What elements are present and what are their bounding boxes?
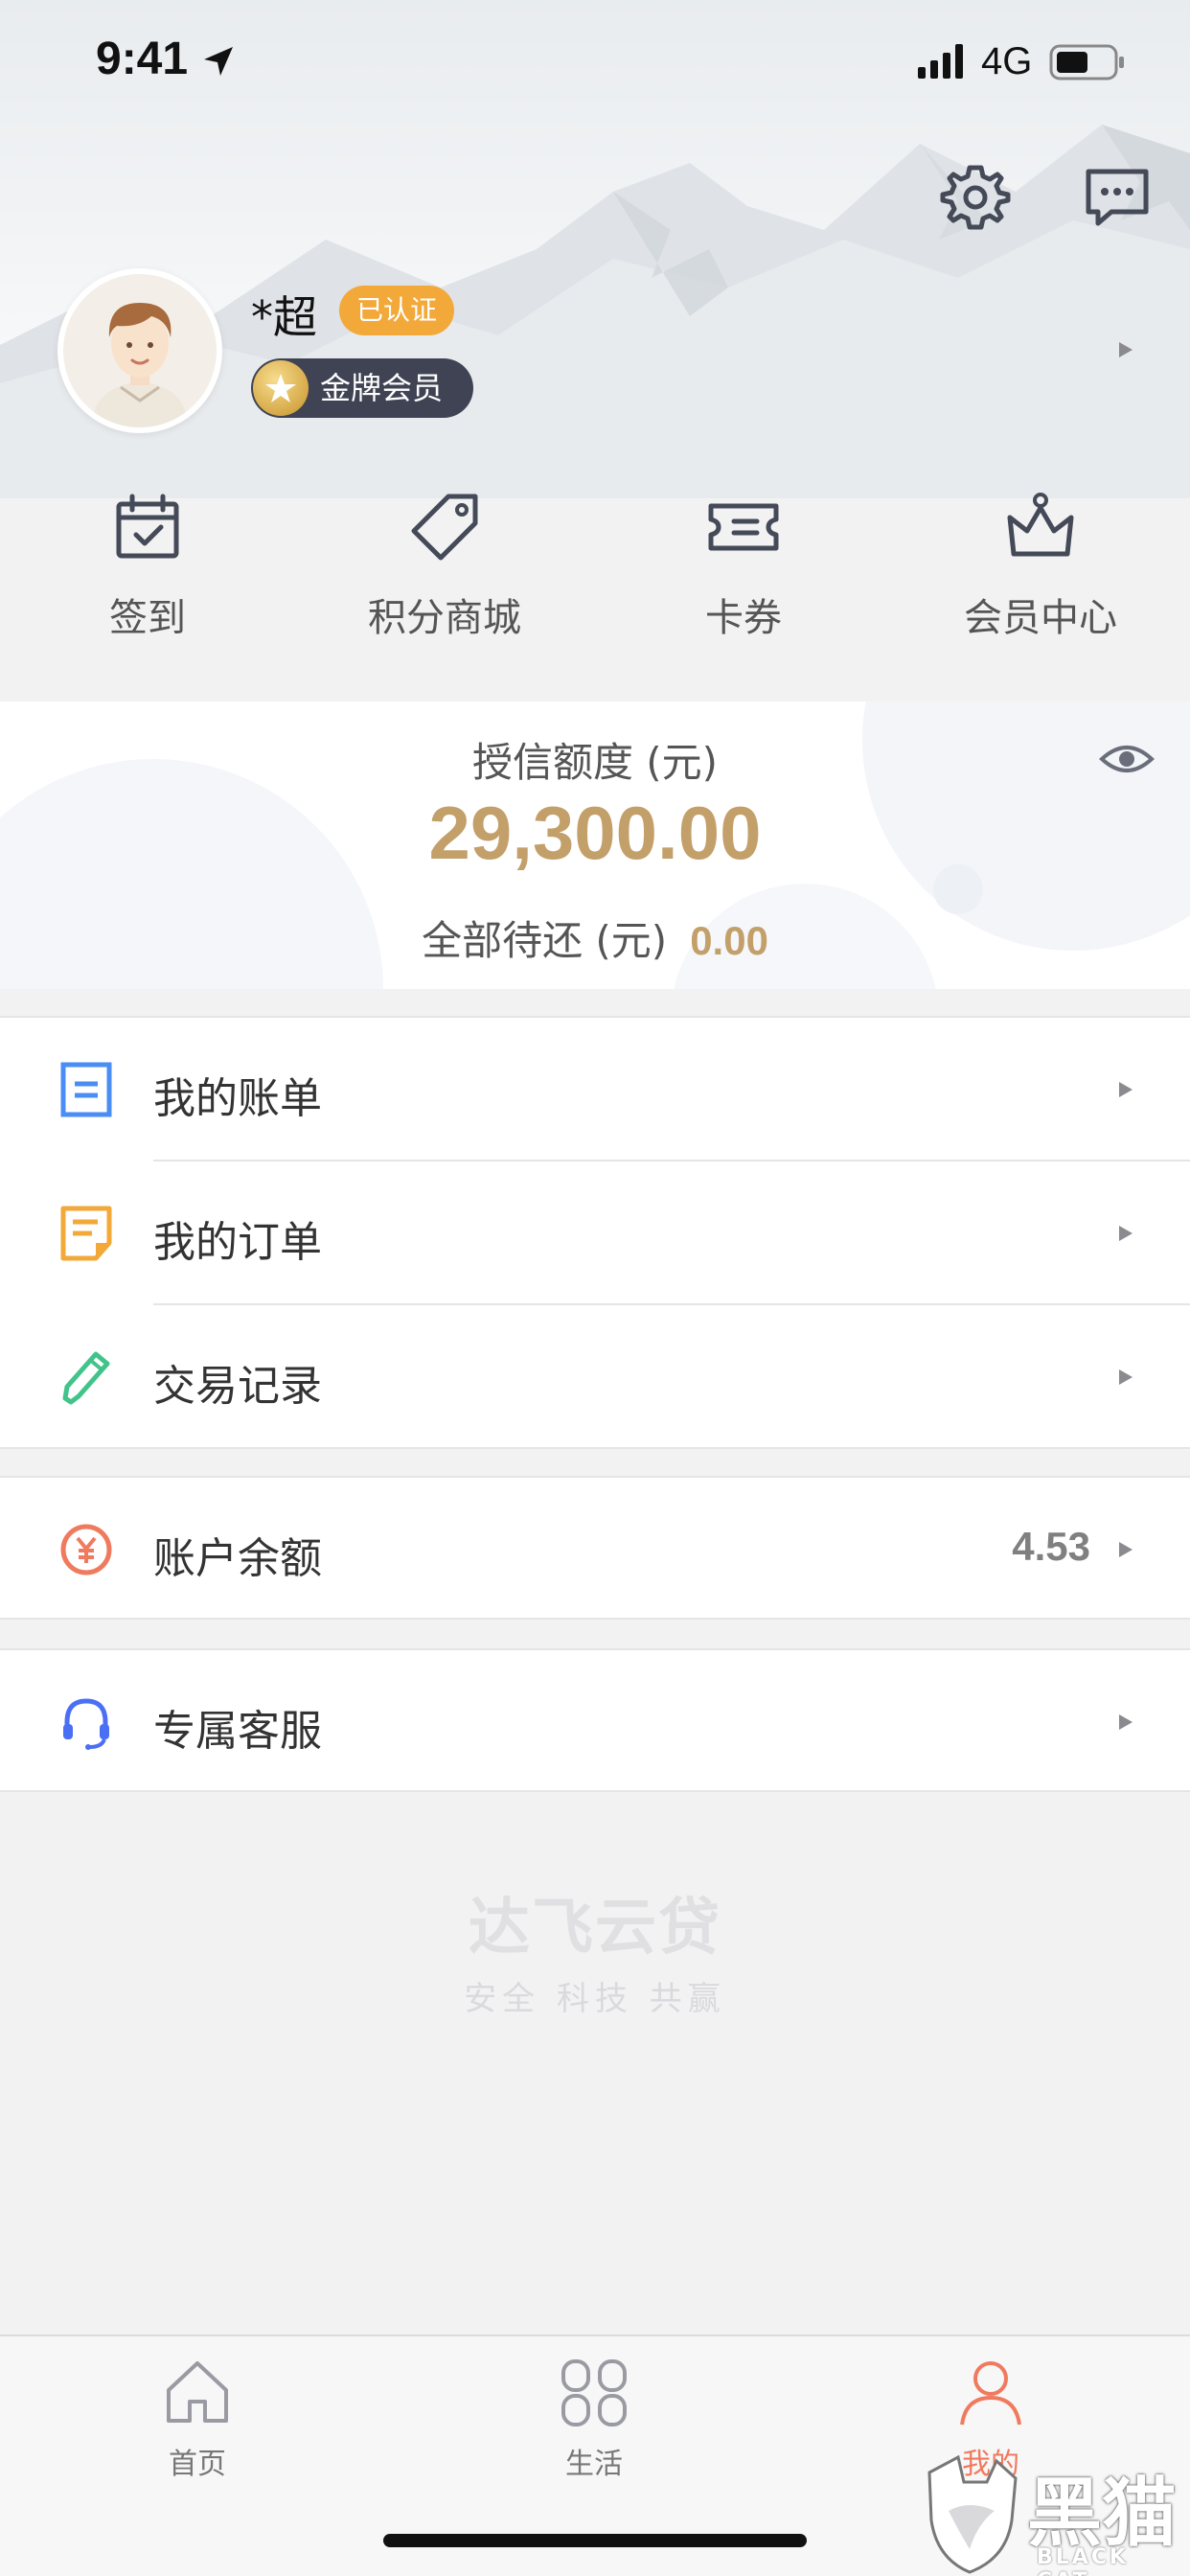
- member-center-label: 会员中心: [964, 596, 1117, 640]
- verified-badge: 已认证: [339, 286, 455, 335]
- battery-icon: [1049, 44, 1124, 80]
- pending-repayment-label: 全部待还 (元): [422, 917, 668, 964]
- member-level-badge[interactable]: 金牌会员: [251, 358, 473, 418]
- profile-header: 9:41 4G *超 已认证 金牌会员: [0, 0, 1190, 498]
- credit-limit-label: 授信额度 (元): [471, 739, 719, 786]
- calendar-check-icon: [116, 494, 179, 559]
- signal-icon: [918, 44, 963, 79]
- chevron-right-icon: [1119, 1542, 1133, 1557]
- messages-button[interactable]: [1079, 158, 1156, 235]
- star-icon: [253, 360, 309, 416]
- chevron-right-icon: [1119, 1369, 1133, 1385]
- brand-name: 达飞云贷: [469, 1893, 721, 1964]
- gear-icon: [940, 165, 1011, 230]
- my-orders-row[interactable]: 我的订单: [0, 1162, 1190, 1305]
- tab-life[interactable]: 生活: [498, 2354, 690, 2482]
- username: *超: [251, 291, 317, 343]
- account-balance-value: 4.53: [1012, 1524, 1090, 1569]
- tag-icon: [411, 494, 478, 561]
- points-mall-label: 积分商城: [368, 596, 521, 640]
- bill-icon: [57, 1061, 115, 1118]
- chevron-right-icon: [1119, 1714, 1133, 1730]
- grid-icon: [561, 2359, 627, 2426]
- my-bills-label: 我的账单: [153, 1074, 322, 1123]
- settings-button[interactable]: [937, 158, 1014, 235]
- user-icon: [960, 2361, 1021, 2426]
- coupons-label: 卡券: [705, 596, 782, 640]
- menu-group-balance: 账户余额 4.53: [0, 1476, 1190, 1620]
- credit-summary-card: 授信额度 (元) 29,300.00 全部待还 (元) 0.00: [0, 702, 1190, 989]
- brand-slogan: 安全 科技 共赢: [464, 1980, 726, 2018]
- transactions-row[interactable]: 交易记录: [0, 1305, 1190, 1449]
- home-icon: [167, 2361, 228, 2423]
- coupons-action[interactable]: 卡券: [629, 470, 858, 661]
- corner-watermark: 黑猫 BLACK CAT: [920, 2453, 1190, 2576]
- chevron-right-icon: [1119, 1226, 1133, 1241]
- watermark-en: BLACK CAT: [1037, 2545, 1130, 2576]
- account-balance-label: 账户余额: [153, 1534, 322, 1583]
- home-indicator[interactable]: [383, 2534, 807, 2547]
- tab-home[interactable]: 首页: [102, 2354, 293, 2482]
- credit-limit-amount: 29,300.00: [428, 791, 762, 875]
- tab-life-label: 生活: [565, 2448, 623, 2481]
- network-type: 4G: [981, 40, 1033, 82]
- checkin-label: 签到: [109, 596, 186, 640]
- pencil-icon: [57, 1348, 115, 1406]
- status-time: 9:41: [96, 34, 189, 84]
- member-center-action[interactable]: 会员中心: [926, 470, 1156, 661]
- member-level-label: 金牌会员: [320, 370, 444, 406]
- pending-repayment-amount: 0.00: [690, 918, 768, 963]
- pending-repayment-row: 全部待还 (元) 0.00: [0, 908, 1190, 967]
- crown-icon: [1007, 493, 1074, 557]
- message-icon: [1086, 169, 1149, 226]
- avatar-illustration: [92, 303, 188, 427]
- profile-arrow-icon[interactable]: [1115, 339, 1136, 360]
- my-bills-row[interactable]: 我的账单: [0, 1018, 1190, 1162]
- quick-actions: 签到 积分商城 卡券 会员中心: [0, 470, 1190, 671]
- customer-service-row[interactable]: 专属客服: [0, 1650, 1190, 1794]
- avatar[interactable]: [57, 268, 222, 433]
- tab-home-label: 首页: [169, 2448, 226, 2481]
- my-orders-label: 我的订单: [153, 1218, 322, 1267]
- ticket-icon: [708, 503, 779, 551]
- brand-watermark: 达飞云贷 安全 科技 共赢: [0, 1878, 1190, 2019]
- status-bar: 9:41 4G: [0, 0, 1190, 125]
- account-balance-row[interactable]: 账户余额 4.53: [0, 1478, 1190, 1622]
- menu-group-records: 我的账单 我的订单 交易记录: [0, 1016, 1190, 1449]
- transactions-label: 交易记录: [153, 1362, 322, 1411]
- location-arrow-icon: [204, 47, 233, 76]
- chevron-right-icon: [1119, 1082, 1133, 1097]
- yuan-icon: [57, 1521, 115, 1578]
- order-icon: [57, 1205, 115, 1262]
- checkin-action[interactable]: 签到: [33, 470, 263, 661]
- eye-icon[interactable]: [1098, 730, 1156, 788]
- customer-service-label: 专属客服: [153, 1707, 322, 1756]
- menu-group-support: 专属客服: [0, 1648, 1190, 1792]
- cat-logo-icon: [927, 2454, 1018, 2574]
- headset-icon: [57, 1693, 115, 1751]
- points-mall-action[interactable]: 积分商城: [330, 470, 560, 661]
